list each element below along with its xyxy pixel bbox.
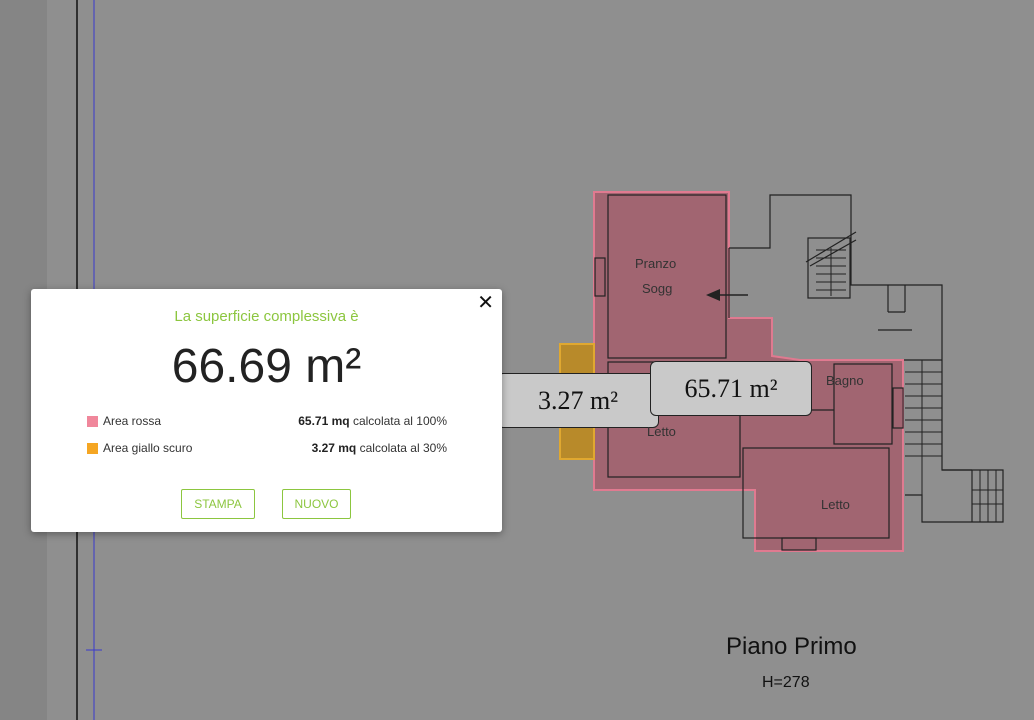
area-row-red: Area rossa 65.71 mq calcolata al 100% <box>87 414 447 430</box>
yellow-area-tag[interactable]: 3.27 m² <box>497 373 659 428</box>
room-label-letto-2: Letto <box>821 497 850 512</box>
area-row-label: Area rossa <box>103 414 162 428</box>
area-row-yellow: Area giallo scuro 3.27 mq calcolata al 3… <box>87 441 447 457</box>
red-swatch <box>87 416 98 427</box>
print-button[interactable]: STAMPA <box>181 489 255 519</box>
red-area-tag[interactable]: 65.71 m² <box>650 361 812 416</box>
floor-height: H=278 <box>762 674 810 691</box>
area-row-label: Area giallo scuro <box>103 441 193 455</box>
area-summary-dialog: ✕ La superficie complessiva è 66.69 m² A… <box>31 289 502 532</box>
room-label-bagno: Bagno <box>826 373 864 388</box>
area-note: calcolata al 100% <box>352 414 447 428</box>
floor-title: Piano Primo <box>726 633 857 660</box>
room-label-sogg: Sogg <box>642 281 673 296</box>
room-label-pranzo: Pranzo <box>635 256 677 271</box>
dialog-subtitle: La superficie complessiva è <box>174 308 359 325</box>
area-row-value: 65.71 mq calcolata al 100% <box>298 414 447 428</box>
area-value: 3.27 mq <box>311 441 357 455</box>
room-label-letto-1: Letto <box>647 424 676 439</box>
new-button[interactable]: NUOVO <box>282 489 351 519</box>
area-note: calcolata al 30% <box>359 441 447 455</box>
total-area: 66.69 m² <box>171 340 362 393</box>
area-row-value: 3.27 mq calcolata al 30% <box>312 441 447 455</box>
area-value: 65.71 mq <box>298 414 350 428</box>
yellow-swatch <box>87 443 98 454</box>
